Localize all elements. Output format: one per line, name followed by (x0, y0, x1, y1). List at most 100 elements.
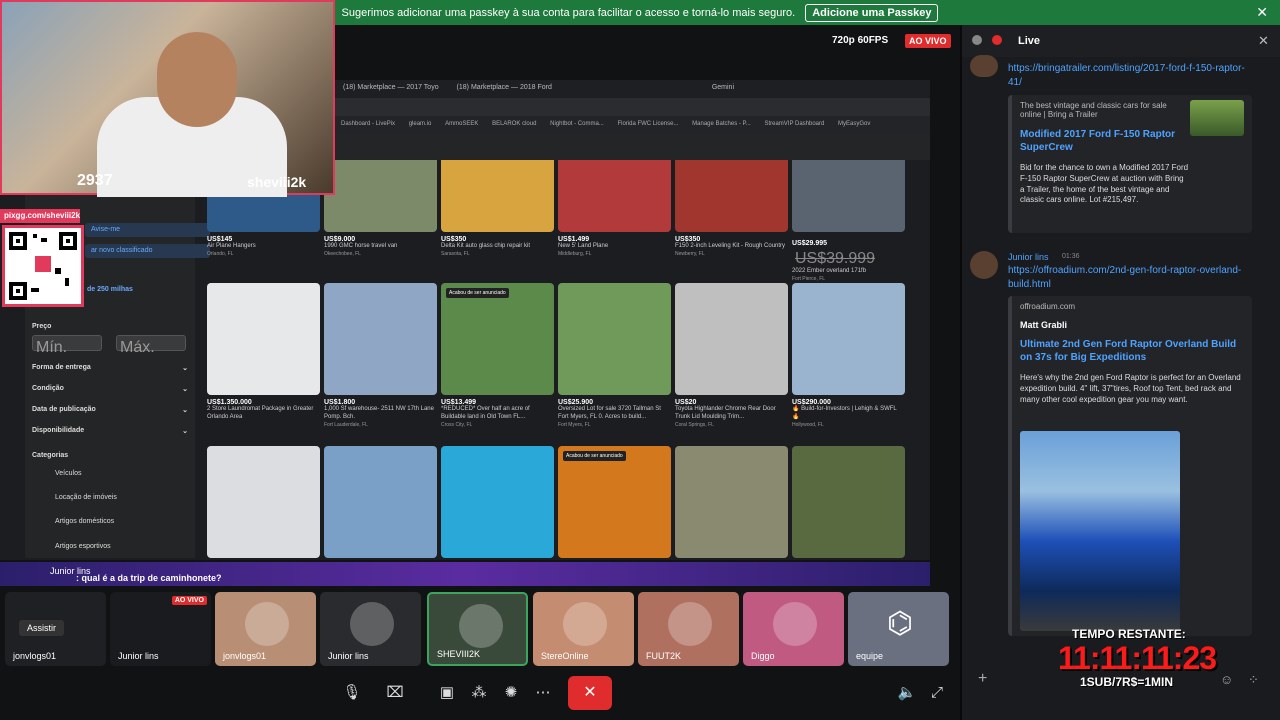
listing-photo[interactable] (675, 283, 788, 395)
radius-link[interactable]: de 250 milhas (87, 286, 188, 293)
listing-photo[interactable]: Acabou de ser anunciado (441, 283, 554, 395)
listing-card[interactable]: US$350 F150 2-inch Leveling Kit - Rough C… (675, 160, 788, 257)
listing-card[interactable]: US$20 Toyota Highlander Chrome Rear Door … (675, 283, 788, 428)
add-passkey-button[interactable]: Adicione uma Passkey (805, 3, 939, 22)
listing-card[interactable] (675, 446, 788, 560)
category-rentals[interactable]: Locação de imóveis (55, 494, 117, 501)
avatar[interactable] (970, 251, 998, 279)
embed-title[interactable]: Ultimate 2nd Gen Ford Raptor Overland Bu… (1020, 338, 1245, 364)
camera-off-icon[interactable]: ⌧ (378, 676, 412, 710)
participant-tile[interactable]: Junior lins AO VIVO (110, 592, 211, 666)
listing-card[interactable]: US$350 Delta Kit auto glass chip repair k… (441, 160, 554, 257)
filter-date[interactable]: Data de publicação ⌄ (32, 406, 188, 414)
listing-card[interactable]: Acabou de ser anunciado US$13.499 *REDUCED… (441, 283, 554, 428)
embed-image[interactable] (1020, 431, 1180, 631)
listing-photo[interactable] (558, 283, 671, 395)
browser-tab[interactable]: (18) Marketplace — 2018 Ford (457, 84, 552, 91)
participant-tile[interactable]: ⌬ equipe (848, 592, 949, 666)
listing-card[interactable] (324, 446, 437, 560)
category-vehicles[interactable]: Veículos (55, 470, 81, 477)
filter-condition[interactable]: Condição ⌄ (32, 385, 188, 393)
embed-thumbnail[interactable] (1190, 100, 1244, 136)
category-home[interactable]: Artigos domésticos (55, 518, 114, 525)
category-sports[interactable]: Artigos esportivos (55, 543, 111, 550)
price-max-input[interactable]: Máx. (116, 335, 186, 356)
listing-photo[interactable]: Acabou de ser anunciado (558, 446, 671, 558)
listing-photo[interactable] (324, 446, 437, 558)
listing-photo[interactable] (324, 283, 437, 395)
emoji-icon[interactable]: ☺ (1220, 672, 1233, 687)
apps-icon[interactable]: ⁘ (1248, 672, 1259, 688)
filter-delivery[interactable]: Forma de entrega ⌄ (32, 364, 188, 372)
filter-availability[interactable]: Disponibilidade ⌄ (32, 427, 188, 435)
listing-card[interactable]: US$9.000 1990 GMC horse travel van Okeecho… (324, 160, 437, 257)
listing-photo[interactable] (324, 160, 437, 232)
chat-bubble-icon[interactable] (972, 35, 982, 45)
screen-share-icon[interactable]: ▣ (430, 676, 464, 710)
participant-tile[interactable]: SHEVIII2K (427, 592, 528, 666)
listing-photo[interactable] (441, 160, 554, 232)
listing-card[interactable]: US$29.995 US$39.999 2022 Ember overland 17… (792, 160, 905, 282)
bookmark[interactable]: Dashboard - LivePix (341, 121, 395, 127)
fullscreen-icon[interactable]: ⤢ (920, 676, 954, 710)
message-link[interactable]: https://offroadium.com/2nd-gen-ford-rapt… (1008, 264, 1248, 292)
avatar[interactable] (970, 55, 998, 77)
listing-photo[interactable] (207, 283, 320, 395)
participant-tile[interactable]: Diggo (743, 592, 844, 666)
bookmark[interactable]: AmmoSEEK (445, 121, 478, 127)
leave-call-button[interactable]: ✕ (568, 676, 612, 710)
listing-card[interactable] (441, 446, 554, 560)
activities-icon[interactable]: ⁂ (462, 676, 496, 710)
notify-button[interactable]: Avise-me (85, 223, 210, 237)
microphone-icon[interactable]: 🎙 (335, 676, 369, 710)
address-bar[interactable] (335, 98, 930, 116)
filter-label: Forma de entrega (32, 364, 91, 371)
webcam-overlay: 2937 sheviii2k (0, 0, 335, 197)
listing-card[interactable] (792, 446, 905, 560)
message-author[interactable]: Junior lins (1008, 252, 1049, 262)
bookmark[interactable]: gleam.io (409, 121, 432, 127)
bookmark[interactable]: BELAROK cloud (492, 121, 536, 127)
participant-tile[interactable]: jonvlogs01 (215, 592, 316, 666)
listing-card[interactable]: Acabou de ser anunciado (558, 446, 671, 560)
close-icon[interactable]: ✕ (1256, 4, 1268, 21)
bookmark[interactable]: StreamVIP Dashboard (764, 121, 824, 127)
price-min-input[interactable]: Mín. (32, 335, 102, 356)
participant-tile[interactable]: StereOnline (533, 592, 634, 666)
bookmark[interactable]: MyEasyGov (838, 121, 870, 127)
bookmark[interactable]: Florida FWC License... (617, 121, 678, 127)
listing-card[interactable]: US$1.350.000 2 Store Laundromat Package i… (207, 283, 320, 422)
volume-icon[interactable]: 🔈 (890, 676, 924, 710)
soundboard-icon[interactable]: ✺ (494, 676, 528, 710)
listing-photo[interactable] (792, 446, 905, 558)
listing-photo[interactable] (675, 446, 788, 558)
listing-photo[interactable] (558, 160, 671, 232)
listing-loc: Okeechobee, FL (324, 250, 361, 257)
browser-tab[interactable]: Gemini (712, 84, 734, 91)
browser-tab[interactable]: (18) Marketplace — 2017 Toyo (343, 84, 439, 91)
listing-photo[interactable] (792, 283, 905, 395)
bookmark[interactable]: Nightbot - Comma... (550, 121, 604, 127)
watch-button[interactable]: Assistir (19, 620, 64, 636)
listing-photo[interactable] (675, 160, 788, 232)
add-icon[interactable]: + (978, 670, 987, 688)
listing-photo[interactable] (441, 446, 554, 558)
bookmark[interactable]: Manage Batches - P... (692, 121, 751, 127)
listing-card[interactable]: US$25.900 Oversized Lot for sale 3720 Tal… (558, 283, 671, 428)
new-listing-button[interactable]: ar novo classificado (85, 244, 210, 258)
chevron-down-icon: ⌄ (182, 386, 188, 393)
listing-card[interactable] (207, 446, 320, 560)
listing-loc: Hollywood, FL (792, 421, 824, 428)
listing-photo[interactable] (792, 160, 905, 232)
participant-tile[interactable]: Junior lins (320, 592, 421, 666)
message-link[interactable]: https://bringatrailer.com/listing/2017-f… (1008, 62, 1248, 90)
embed-title[interactable]: Modified 2017 Ford F-150 Raptor SuperCre… (1020, 128, 1185, 154)
more-icon[interactable]: ⋯ (526, 676, 560, 710)
close-panel-icon[interactable]: ✕ (1258, 33, 1269, 49)
listing-card[interactable]: US$290.000 🔥 Build-for-Investors | Lehigh… (792, 283, 905, 428)
listing-card[interactable]: US$1.499 New 5' Land Plane Middleburg, FL (558, 160, 671, 257)
participant-tile[interactable]: FUUT2K (638, 592, 739, 666)
participant-tile[interactable]: jonvlogs01 Assistir (5, 592, 106, 666)
listing-photo[interactable] (207, 446, 320, 558)
listing-card[interactable]: US$1.800 1,000 Sf warehouse- 2511 NW 17th… (324, 283, 437, 428)
